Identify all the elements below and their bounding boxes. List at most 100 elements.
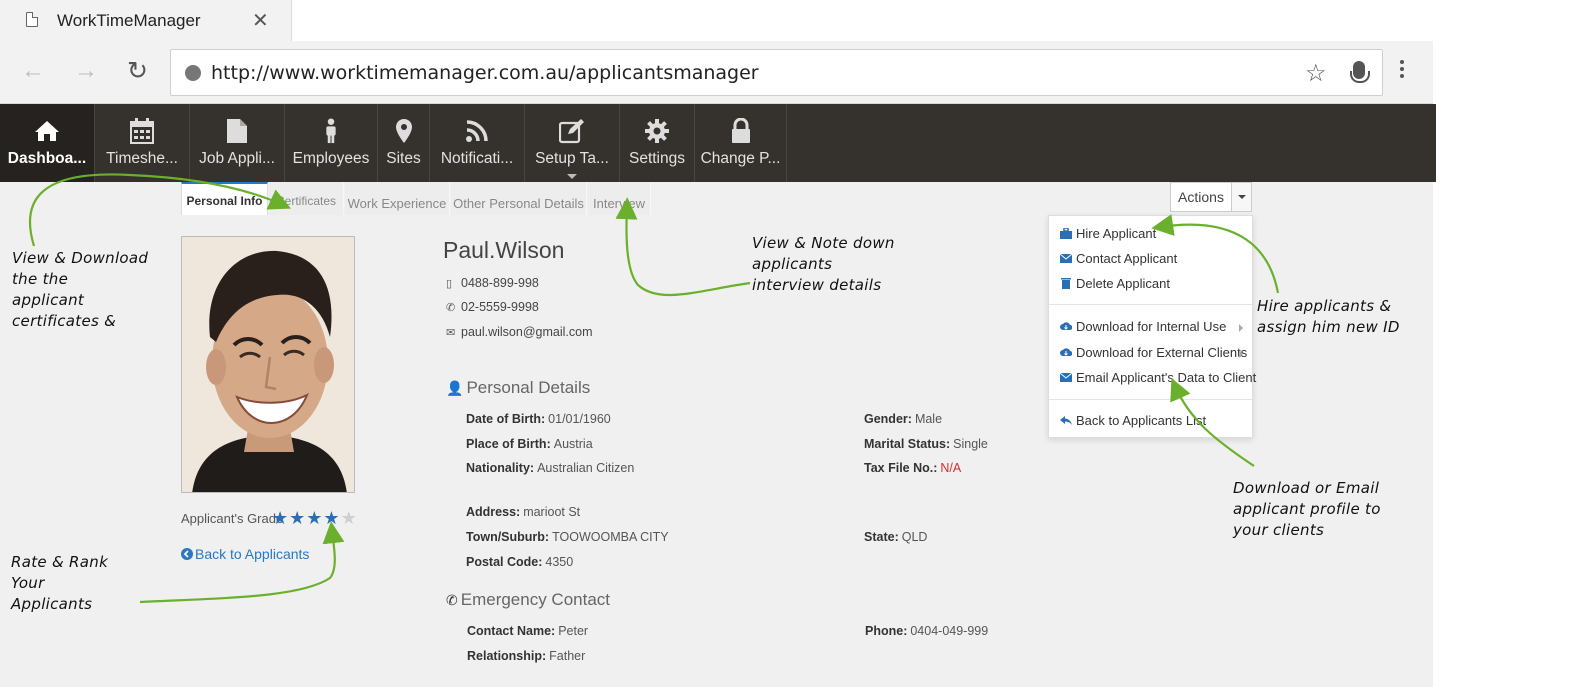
emergency-contact-heading: ✆ Emergency Contact xyxy=(446,590,611,609)
nav-job-applicants[interactable]: Job Appli... xyxy=(190,104,285,182)
nav-label: Timeshe... xyxy=(106,150,178,167)
menu-item-contact-applicant[interactable]: Contact Applicant xyxy=(1060,251,1177,266)
star-empty-icon[interactable]: ★ xyxy=(341,508,358,528)
rss-icon xyxy=(466,120,488,142)
menu-divider xyxy=(1049,304,1252,305)
phone-icon: ✆ xyxy=(446,592,458,608)
page-icon xyxy=(26,12,38,27)
menu-divider xyxy=(1049,399,1252,400)
phone-line: ✆ 02-5559-9998 xyxy=(446,300,539,314)
bookmark-star-icon[interactable]: ☆ xyxy=(1305,59,1327,88)
gear-icon xyxy=(645,119,669,143)
annotation-interview: View & Note down applicants interview deta… xyxy=(752,234,895,294)
home-icon xyxy=(35,121,59,141)
field-place-of-birth: Place of Birth: Austria xyxy=(466,437,593,451)
actions-dropdown-menu: Hire Applicant Contact Applicant Delete … xyxy=(1048,215,1256,438)
document-icon xyxy=(227,119,247,143)
nav-label: Dashboa... xyxy=(7,150,87,167)
circle-arrow-left-icon xyxy=(181,548,193,560)
map-marker-icon xyxy=(395,119,412,143)
personal-details-heading: 👤 Personal Details xyxy=(446,378,591,397)
annotation-rate: Rate & Rank Your Applicants xyxy=(11,553,109,613)
grade-label: Applicant's Grade xyxy=(181,511,284,526)
star-filled-icon[interactable]: ★ xyxy=(289,508,306,528)
menu-item-hire-applicant[interactable]: Hire Applicant xyxy=(1060,226,1156,241)
star-filled-icon[interactable]: ★ xyxy=(272,508,289,528)
submenu-arrow-icon xyxy=(1239,324,1243,332)
submenu-arrow-icon xyxy=(1239,350,1243,358)
browser-menu-icon[interactable] xyxy=(1400,60,1405,81)
nav-label: Notificati... xyxy=(440,150,514,167)
nav-setup-tasks[interactable]: Setup Ta... xyxy=(525,104,620,182)
tab-title: WorkTimeManager xyxy=(57,11,201,30)
field-postal-code: Postal Code: 4350 xyxy=(466,555,574,569)
person-icon xyxy=(326,118,336,144)
field-date-of-birth: Date of Birth: 01/01/1960 xyxy=(466,412,611,426)
nav-employees[interactable]: Employees xyxy=(285,104,378,182)
grade-rating[interactable]: ★★★★★ xyxy=(272,508,358,529)
field-relationship: Relationship: Father xyxy=(467,649,586,663)
url-text[interactable]: http://www.worktimemanager.com.au/applic… xyxy=(211,62,759,84)
user-icon: 👤 xyxy=(446,380,464,396)
browser-tab[interactable]: WorkTimeManager ✕ xyxy=(0,0,292,41)
back-arrow-icon[interactable]: ← xyxy=(21,57,45,85)
nav-label: Setup Ta... xyxy=(535,150,609,167)
field-tax-file-no: Tax File No.: N/A xyxy=(864,461,962,475)
chevron-down-icon xyxy=(567,174,577,179)
field-address: Address: marioot St xyxy=(466,505,581,519)
field-emergency-phone: Phone: 0404-049-999 xyxy=(865,624,989,638)
menu-item-email-to-client[interactable]: Email Applicant's Data to Client xyxy=(1060,370,1256,385)
tab-interview[interactable]: Interview xyxy=(588,182,651,215)
tab-certificates[interactable]: Certificates xyxy=(269,182,344,215)
actions-button[interactable]: Actions xyxy=(1170,182,1232,212)
nav-settings[interactable]: Settings xyxy=(620,104,695,182)
browser-toolbar: ← → ↻ http://www.worktimemanager.com.au/… xyxy=(0,41,1433,104)
applicant-profile-page: Personal Info Certificates Work Experien… xyxy=(0,182,1433,687)
browser-tabstrip: WorkTimeManager ✕ xyxy=(0,0,1433,41)
menu-item-download-external[interactable]: Download for External Clients xyxy=(1060,345,1247,360)
envelope-icon xyxy=(1060,253,1072,263)
nav-change-password[interactable]: Change P... xyxy=(695,104,787,182)
chevron-down-icon[interactable] xyxy=(1231,182,1252,212)
applicant-name: Paul.Wilson xyxy=(443,237,565,263)
briefcase-icon xyxy=(1060,228,1072,239)
close-tab-icon[interactable]: ✕ xyxy=(252,8,269,33)
tab-work-experience[interactable]: Work Experience xyxy=(345,182,450,215)
mobile-line: ▯ 0488-899-998 xyxy=(446,276,539,290)
field-gender: Gender: Male xyxy=(864,412,943,426)
menu-item-download-internal[interactable]: Download for Internal Use xyxy=(1060,319,1226,334)
annotation-hire: Hire applicants & assign him new ID xyxy=(1257,297,1400,336)
annotation-download: Download or Email applicant profile to you… xyxy=(1233,479,1381,539)
star-filled-icon[interactable]: ★ xyxy=(306,508,323,528)
nav-dashboard[interactable]: Dashboa... xyxy=(0,104,95,182)
applicant-photo xyxy=(181,236,355,493)
forward-arrow-icon[interactable]: → xyxy=(74,57,98,85)
back-to-applicants-link[interactable]: Back to Applicants xyxy=(181,546,309,562)
tab-personal-info[interactable]: Personal Info xyxy=(181,182,268,215)
lock-icon xyxy=(731,118,750,143)
microphone-icon[interactable] xyxy=(1350,61,1370,83)
envelope-icon xyxy=(1060,372,1072,382)
nav-timesheets[interactable]: Timeshe... xyxy=(95,104,190,182)
nav-notifications[interactable]: Notificati... xyxy=(430,104,525,182)
annotation-certificates: View & Download the the applicant certifica… xyxy=(12,249,149,330)
field-state: State: QLD xyxy=(864,530,928,544)
tab-other-personal-details[interactable]: Other Personal Details xyxy=(451,182,587,215)
menu-item-delete-applicant[interactable]: Delete Applicant xyxy=(1060,276,1170,291)
cloud-download-icon xyxy=(1060,348,1072,356)
nav-label: Sites xyxy=(386,150,421,167)
edit-icon xyxy=(559,119,584,144)
address-bar[interactable]: http://www.worktimemanager.com.au/applic… xyxy=(170,49,1383,96)
star-filled-icon[interactable]: ★ xyxy=(323,508,340,528)
nav-sites[interactable]: Sites xyxy=(378,104,430,182)
menu-item-back-to-list[interactable]: Back to Applicants List xyxy=(1060,413,1206,428)
reload-icon[interactable]: ↻ xyxy=(127,56,148,86)
cloud-download-icon xyxy=(1060,322,1072,330)
trash-icon xyxy=(1061,278,1071,289)
field-marital-status: Marital Status: Single xyxy=(864,437,988,451)
nav-label: Job Appli... xyxy=(199,150,275,167)
field-contact-name: Contact Name: Peter xyxy=(467,624,589,638)
email-line: ✉ paul.wilson@gmail.com xyxy=(446,325,593,339)
calendar-icon xyxy=(130,118,154,144)
nav-label: Change P... xyxy=(700,150,781,167)
